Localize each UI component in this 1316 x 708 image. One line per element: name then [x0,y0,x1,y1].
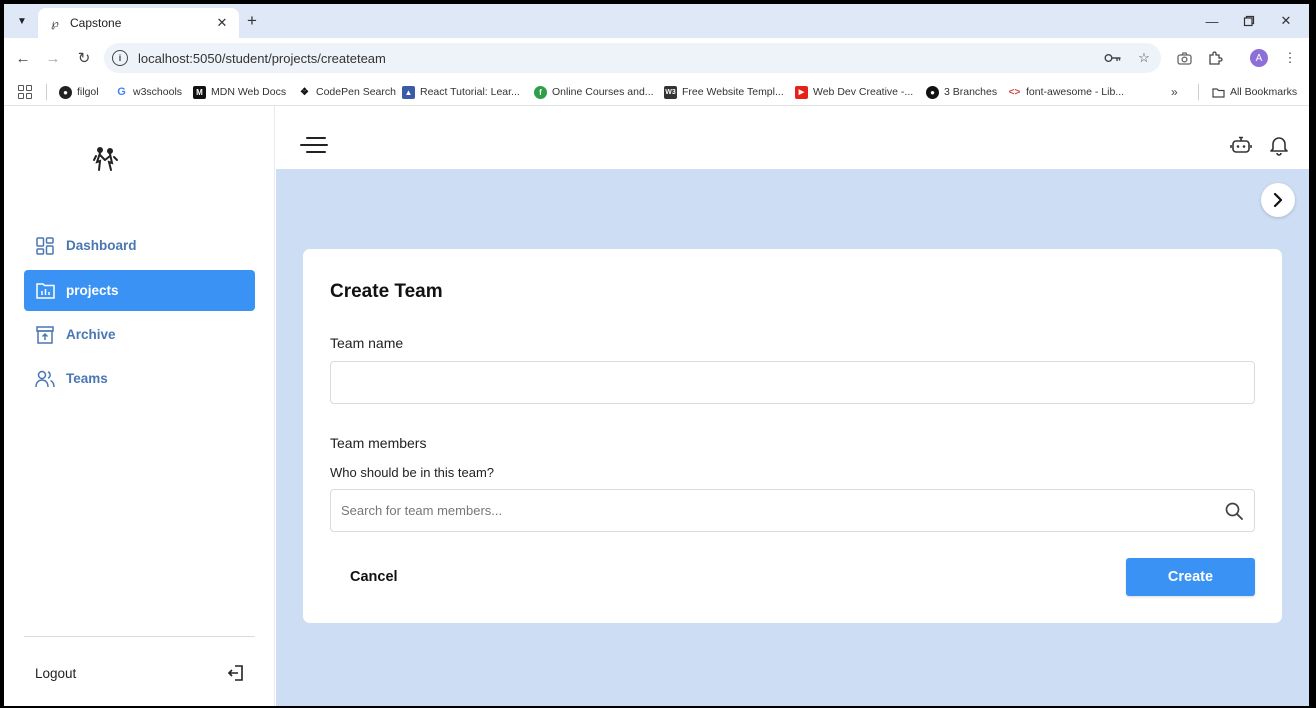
team-members-label: Team members [330,435,427,451]
new-tab-plus-icon[interactable]: + [242,11,262,31]
bookmarks-divider [46,84,47,100]
sidebar-item-projects[interactable]: projects [24,270,255,311]
bookmark-star-icon[interactable]: ☆ [1135,50,1153,66]
app-sidebar: Dashboard projects Archive Teams Logout [4,106,275,706]
courses-favicon-icon: f [534,85,547,99]
site-info-icon[interactable]: i [112,50,128,66]
reload-icon[interactable]: ↻ [74,48,94,68]
create-button[interactable]: Create [1126,558,1255,596]
logout-icon[interactable] [226,663,246,683]
sidebar-item-archive[interactable]: Archive [24,314,255,355]
youtube-favicon-icon: ▶ [795,85,808,99]
users-icon [35,369,55,389]
logout-label[interactable]: Logout [35,666,76,681]
search-icon[interactable] [1224,501,1244,521]
tab-title: Capstone [70,16,122,30]
bookmark-w3schools[interactable]: Gw3schools [115,85,182,99]
bell-icon[interactable] [1268,134,1290,156]
team-name-input[interactable] [331,362,1254,403]
filgol-favicon-icon: ● [59,85,72,99]
robot-icon[interactable] [1230,134,1252,156]
github-favicon-icon: ● [926,85,939,99]
bookmark-react[interactable]: ▲ React Tutorial: Lear... [402,85,520,99]
tab-favicon-icon: ℘ [51,17,59,30]
restore-icon[interactable] [1240,12,1258,30]
hamburger-menu-icon[interactable] [300,137,328,155]
menu-kebab-icon[interactable]: ⋮ [1280,48,1300,68]
extensions-puzzle-icon[interactable] [1205,48,1225,68]
browser-window: ▼ ℘ Capstone ✕ + — ✕ ← → ↻ i localhost:5… [4,4,1309,706]
bookmarks-bar: ● filgol Gw3schools M MDN Web Docs ❖ CodePe… [4,78,1309,106]
cancel-button[interactable]: Cancel [350,569,398,585]
address-bar[interactable]: i localhost:5050/student/projects/create… [104,43,1161,73]
bookmark-filgol[interactable]: ● filgol [59,85,99,99]
apps-grid-icon[interactable] [18,85,32,99]
window-close-icon[interactable]: ✕ [1277,12,1295,30]
chevron-right-icon[interactable] [1261,183,1295,217]
app-logo [93,147,118,171]
browser-tab[interactable]: ℘ Capstone ✕ [38,8,239,38]
mdn-favicon-icon: M [193,85,206,99]
google-favicon-icon: G [115,85,128,99]
folder-chart-icon [35,281,55,301]
codepen-favicon-icon: ❖ [298,85,311,99]
minimize-icon[interactable]: — [1203,12,1221,30]
password-key-icon[interactable] [1104,50,1122,66]
more-bookmarks-icon[interactable]: » [1171,85,1178,99]
app-topbar [276,106,1309,169]
forward-arrow-icon[interactable]: → [43,48,63,68]
team-name-field[interactable] [330,361,1255,404]
sidebar-item-label: Dashboard [66,238,137,253]
team-name-label: Team name [330,335,404,351]
bookmark-codepen[interactable]: ❖ CodePen Search [298,85,396,99]
bookmark-youtube[interactable]: ▶ Web Dev Creative -... [795,85,913,99]
all-bookmarks-folder[interactable]: All Bookmarks [1212,85,1297,99]
back-arrow-icon[interactable]: ← [13,48,33,68]
team-members-sublabel: Who should be in this team? [330,465,495,480]
dashboard-icon [35,236,55,256]
bookmark-github[interactable]: ● 3 Branches [926,85,997,99]
sidebar-item-label: Archive [66,327,116,342]
profile-avatar[interactable]: A [1250,49,1268,67]
sidebar-item-label: projects [66,283,119,298]
sidebar-item-label: Teams [66,371,108,386]
url-text[interactable]: localhost:5050/student/projects/createte… [138,51,386,66]
camera-icon[interactable] [1174,48,1194,68]
bookmark-templates[interactable]: W3 Free Website Templ... [664,85,784,99]
sidebar-item-dashboard[interactable]: Dashboard [24,225,255,266]
archive-icon [35,325,55,345]
sidebar-item-teams[interactable]: Teams [24,358,255,399]
sidebar-divider [24,636,255,637]
member-search-field[interactable] [330,489,1255,532]
react-favicon-icon: ▲ [402,85,415,99]
folder-icon [1212,85,1225,99]
bookmark-font-awesome[interactable]: <> font-awesome - Lib... [1008,85,1124,99]
bookmark-courses[interactable]: f Online Courses and... [534,85,654,99]
member-search-input[interactable] [331,490,1254,531]
browser-toolbar: ← → ↻ i localhost:5050/student/projects/… [4,38,1309,78]
tab-strip: ▼ ℘ Capstone ✕ + — ✕ [4,4,1309,38]
tab-list-chevron-icon[interactable]: ▼ [12,11,32,31]
bookmark-mdn[interactable]: M MDN Web Docs [193,85,286,99]
create-team-card: Create Team Team name Team members Who s… [303,249,1282,623]
main-content: Create Team Team name Team members Who s… [276,169,1309,706]
page-title: Create Team [330,281,443,302]
w3-favicon-icon: W3 [664,85,677,99]
code-favicon-icon: <> [1008,85,1021,99]
tab-close-icon[interactable]: ✕ [213,14,231,32]
bookmarks-divider-2 [1198,84,1199,100]
